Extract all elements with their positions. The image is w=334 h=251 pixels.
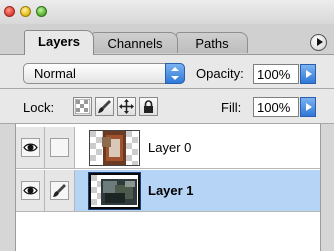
tab-bar: Paths Channels Layers: [0, 24, 334, 55]
brush-icon: [53, 184, 66, 197]
link-toggle[interactable]: [50, 138, 69, 157]
updown-arrows-icon[interactable]: [165, 63, 185, 84]
opacity-label: Opacity:: [196, 66, 244, 81]
eye-icon: [23, 143, 38, 152]
zoom-button[interactable]: [36, 6, 47, 17]
layer-0-thumbnail-image: [90, 131, 139, 165]
link-cell[interactable]: [45, 170, 75, 211]
tab-paths[interactable]: Paths: [176, 32, 248, 53]
lock-row: Lock: Fill: 100%: [0, 89, 334, 123]
brush-icon: [98, 100, 111, 113]
layer-name[interactable]: Layer 1: [148, 183, 194, 198]
opacity-slider-button[interactable]: [300, 64, 316, 84]
layer-row-selected[interactable]: Layer 1: [16, 170, 320, 212]
layer-name[interactable]: Layer 0: [148, 140, 191, 155]
link-cell[interactable]: [45, 127, 75, 168]
tab-channels[interactable]: Channels: [92, 32, 178, 53]
layer-1-thumbnail-image: [91, 175, 138, 207]
lock-all-button[interactable]: [139, 97, 158, 116]
tab-layers[interactable]: Layers: [24, 30, 94, 55]
lock-label: Lock:: [23, 100, 55, 115]
link-toggle[interactable]: [50, 181, 69, 200]
visibility-cell[interactable]: [16, 127, 45, 168]
layers-empty-area[interactable]: [16, 213, 320, 251]
layer-thumbnail: [88, 172, 141, 210]
fill-label: Fill:: [221, 100, 242, 115]
palette-title-bar[interactable]: [0, 0, 334, 24]
left-margin: [0, 124, 15, 251]
layers-palette: Paths Channels Layers Normal Opacity: 10…: [0, 0, 334, 251]
lock-position-button[interactable]: [117, 97, 136, 116]
palette-menu-button[interactable]: [310, 34, 327, 51]
layer-thumbnail: [89, 130, 140, 166]
lock-image-pixels-button[interactable]: [95, 97, 114, 116]
blend-mode-select[interactable]: Normal: [23, 63, 185, 84]
close-button[interactable]: [4, 6, 15, 17]
move-arrows-icon: [119, 99, 134, 114]
layers-list: Layer 0 Layer 1: [15, 124, 321, 251]
visibility-toggle[interactable]: [21, 138, 40, 157]
visibility-toggle[interactable]: [21, 181, 40, 200]
fill-slider-button[interactable]: [300, 97, 316, 117]
opacity-input[interactable]: 100%: [253, 64, 299, 84]
eye-icon: [23, 186, 38, 195]
visibility-cell[interactable]: [16, 170, 45, 211]
blend-row: Normal Opacity: 100%: [0, 55, 334, 88]
layer-row[interactable]: Layer 0: [16, 127, 320, 169]
checkerboard-icon: [75, 99, 90, 114]
fill-input[interactable]: 100%: [253, 97, 299, 117]
blend-mode-value: Normal: [34, 66, 76, 81]
minimize-button[interactable]: [20, 6, 31, 17]
padlock-icon: [144, 100, 153, 113]
lock-transparent-pixels-button[interactable]: [73, 97, 92, 116]
